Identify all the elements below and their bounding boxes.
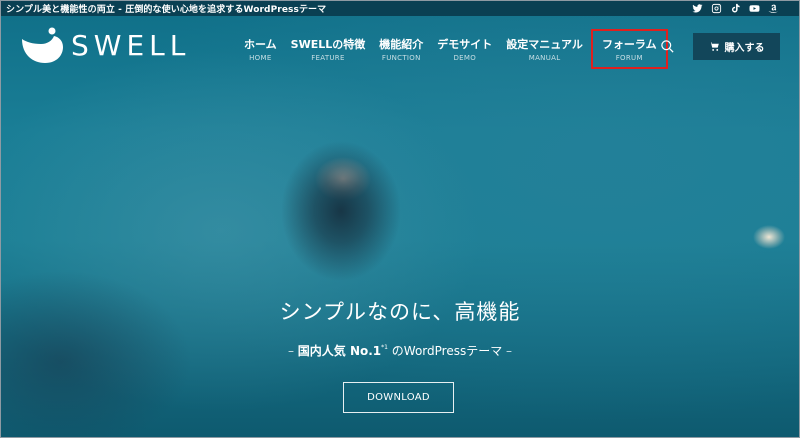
nav-label: ホーム <box>244 38 277 51</box>
nav-item-function[interactable]: 機能紹介 FUNCTION <box>372 36 430 62</box>
nav-label: フォーラム <box>601 38 657 51</box>
nav-sublabel: FEATURE <box>311 54 345 62</box>
twitter-icon[interactable] <box>692 3 703 14</box>
hero-title: シンプルなのに、高機能 <box>279 300 521 324</box>
nav-label: 機能紹介 <box>379 38 424 51</box>
site-logo[interactable]: SWELL <box>19 25 190 65</box>
global-nav: ホーム HOME SWELLの特徴 FEATURE 機能紹介 FUNCTION … <box>237 29 668 69</box>
subtitle-highlight: 国内人気 No.1 <box>297 344 382 358</box>
nav-item-manual[interactable]: 設定マニュアル MANUAL <box>499 36 590 62</box>
tiktok-icon[interactable] <box>730 3 741 14</box>
nav-sublabel: DEMO <box>453 54 477 62</box>
nav-label: デモサイト <box>437 38 493 51</box>
amazon-icon[interactable] <box>768 3 779 14</box>
page: シンプル美と機能性の両立 - 圧倒的な使い心地を追求するWordPressテーマ <box>0 0 800 438</box>
subtitle-text: のWordPressテーマ <box>387 344 507 358</box>
site-tagline: シンプル美と機能性の両立 - 圧倒的な使い心地を追求するWordPressテーマ <box>6 5 327 15</box>
nav-sublabel: FUNCTION <box>381 54 421 62</box>
nav-sublabel: HOME <box>249 54 272 62</box>
hero-subtitle: – 国内人気 No.1*1 のWordPressテーマ – <box>1 342 799 359</box>
logo-text: SWELL <box>71 28 191 62</box>
top-bar: シンプル美と機能性の両立 - 圧倒的な使い心地を追求するWordPressテーマ <box>1 1 799 16</box>
swell-logo-icon <box>22 27 63 63</box>
nav-sublabel: FORUM <box>615 54 643 62</box>
buy-button-label: 購入する <box>724 43 765 54</box>
footnote-marker: *1 <box>381 344 388 351</box>
subtitle-dash-right: – <box>506 344 513 358</box>
nav-item-forum[interactable]: フォーラム FORUM <box>590 29 668 69</box>
search-icon <box>660 39 674 53</box>
download-button[interactable]: DOWNLOAD <box>343 382 454 413</box>
youtube-icon[interactable] <box>749 3 760 14</box>
nav-item-home[interactable]: ホーム HOME <box>237 36 284 62</box>
cart-icon <box>708 42 719 51</box>
social-links <box>692 3 799 14</box>
instagram-icon[interactable] <box>711 3 722 14</box>
site-header: SWELL ホーム HOME SWELLの特徴 FEATURE 機能紹介 FUN… <box>1 16 799 76</box>
buy-button[interactable]: 購入する <box>693 33 780 60</box>
nav-item-demo[interactable]: デモサイト DEMO <box>430 36 499 62</box>
nav-sublabel: MANUAL <box>528 54 561 62</box>
subtitle-dash-left: – <box>287 344 294 358</box>
nav-item-feature[interactable]: SWELLの特徴 FEATURE <box>284 36 373 62</box>
nav-label: 設定マニュアル <box>506 38 583 51</box>
search-button[interactable] <box>658 37 676 55</box>
nav-label: SWELLの特徴 <box>290 38 366 51</box>
